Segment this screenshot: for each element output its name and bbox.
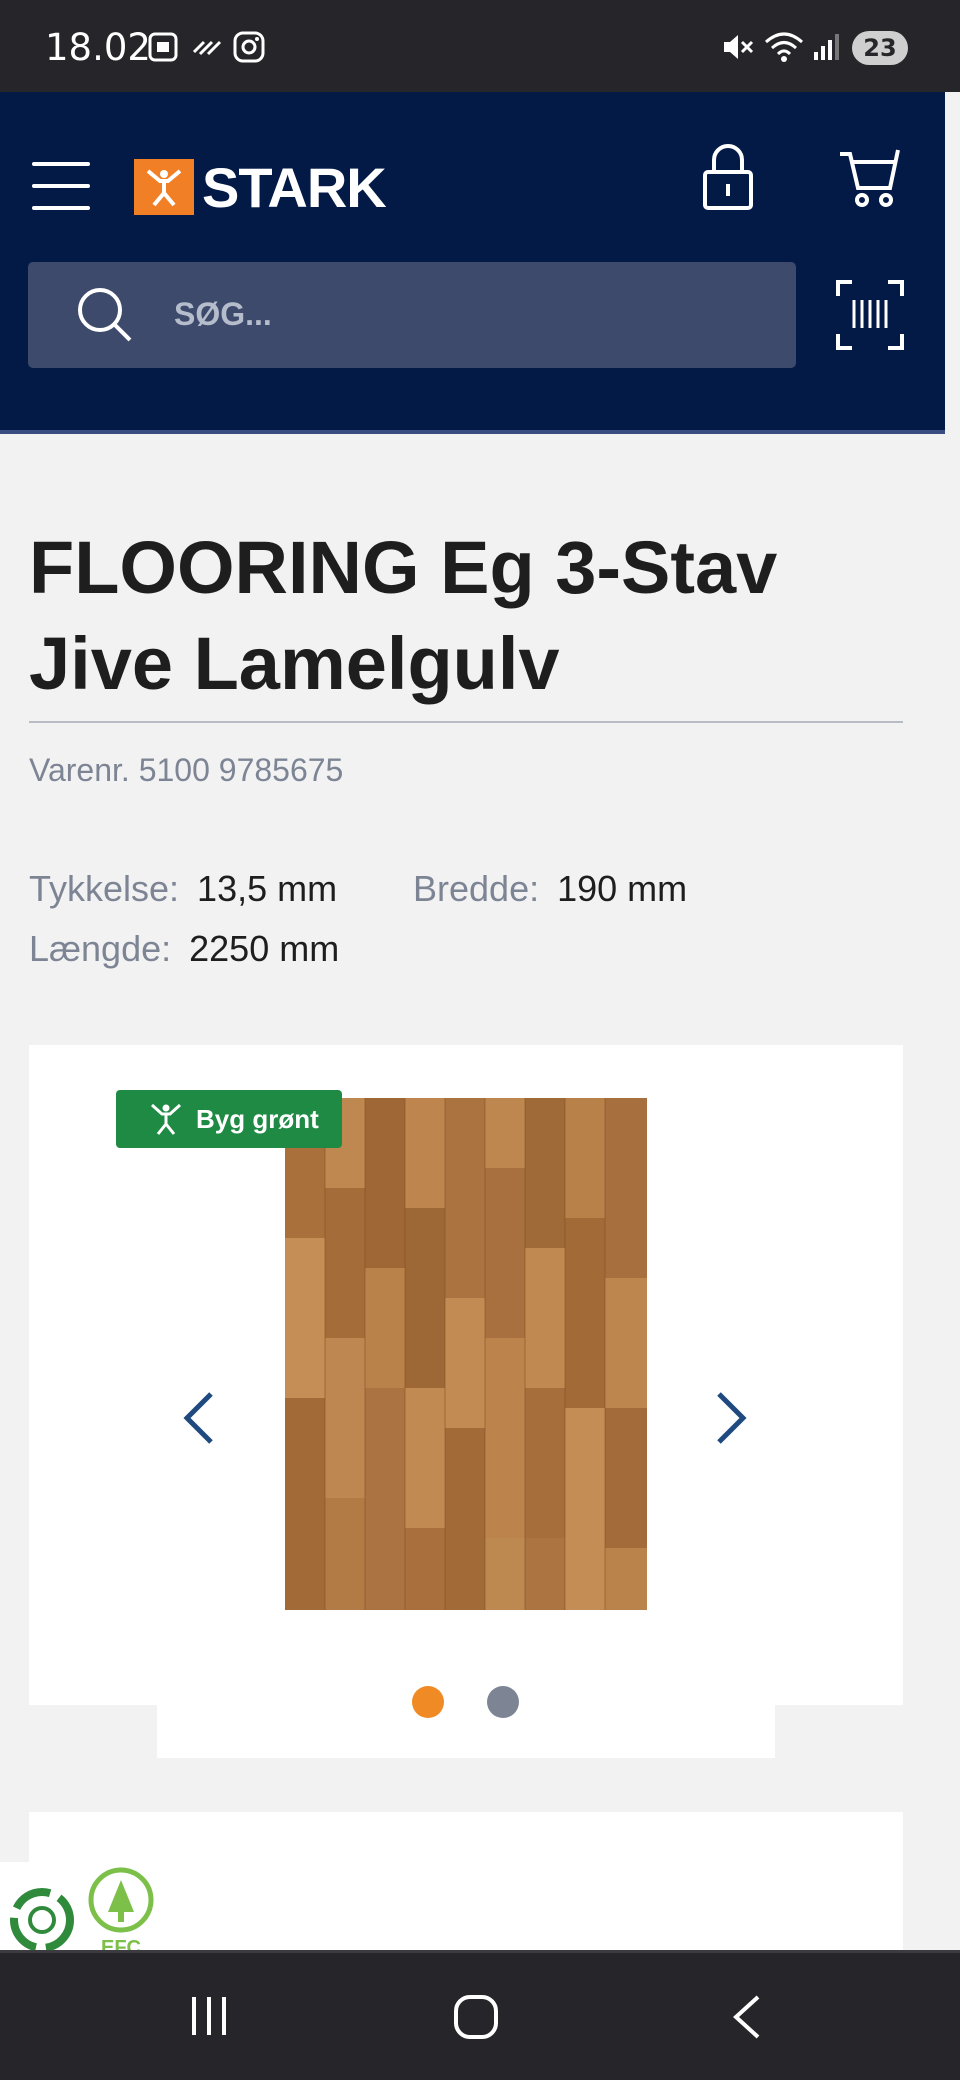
gallery-dot[interactable] [487,1686,519,1718]
chevron-right-icon[interactable] [713,1390,749,1451]
battery-level: 23 [852,31,908,65]
stark-logo[interactable]: STARK [134,155,387,219]
spec-value: 2250 mm [189,928,340,969]
back-icon[interactable] [728,1993,764,2046]
site-header: STARK [0,92,945,434]
lock-icon[interactable] [700,142,756,219]
title-divider [29,721,903,723]
product-title: FLOORING Eg 3-Stav Jive Lamelgulv [29,526,778,705]
logo-text: STARK [202,155,387,219]
stark-figure-icon [150,1103,182,1135]
spec-thickness: Tykkelse: 13,5 mm [29,868,337,910]
home-icon[interactable] [452,1993,500,2046]
spec-label: Bredde: [413,868,540,909]
item-number: Varenr. 5100 9785675 [29,752,344,788]
chevron-left-icon[interactable] [181,1390,217,1451]
gallery-dot-active[interactable] [412,1686,444,1718]
status-time: 18.02 [45,26,151,69]
search-bar[interactable] [28,262,796,368]
data-activity-icon [190,30,224,69]
instagram-icon [232,30,266,69]
search-input[interactable] [174,284,734,344]
gallery-pagination-area [157,1700,775,1758]
menu-icon[interactable] [32,162,90,210]
fsc-pefc-logo-icon: EFC [86,1866,156,1961]
signal-icon [812,30,842,69]
wifi-icon [764,30,804,69]
spec-value: 190 mm [557,868,688,909]
system-nav-bar [0,1950,960,2080]
barcode-scan-icon[interactable] [836,280,904,355]
spec-length: Længde: 2250 mm [29,928,339,970]
badge-label: Byg grønt [196,1103,319,1134]
spec-value: 13,5 mm [197,868,338,909]
mute-icon [720,30,754,69]
status-bar: 18.02 23 [0,0,960,92]
spec-label: Tykkelse: [29,868,180,909]
product-image-gallery: Byg grønt [29,1045,903,1705]
spec-width: Bredde: 190 mm [413,868,687,910]
build-green-badge: Byg grønt [116,1090,342,1148]
screenshot-icon [146,30,180,69]
product-image[interactable] [285,1098,647,1610]
logo-mark-icon [134,159,194,215]
cart-icon[interactable] [838,144,902,215]
recent-apps-icon[interactable] [186,1993,232,2044]
eco-labels: EFC [0,1862,165,1962]
spec-label: Længde: [29,928,172,969]
search-icon [74,284,136,351]
